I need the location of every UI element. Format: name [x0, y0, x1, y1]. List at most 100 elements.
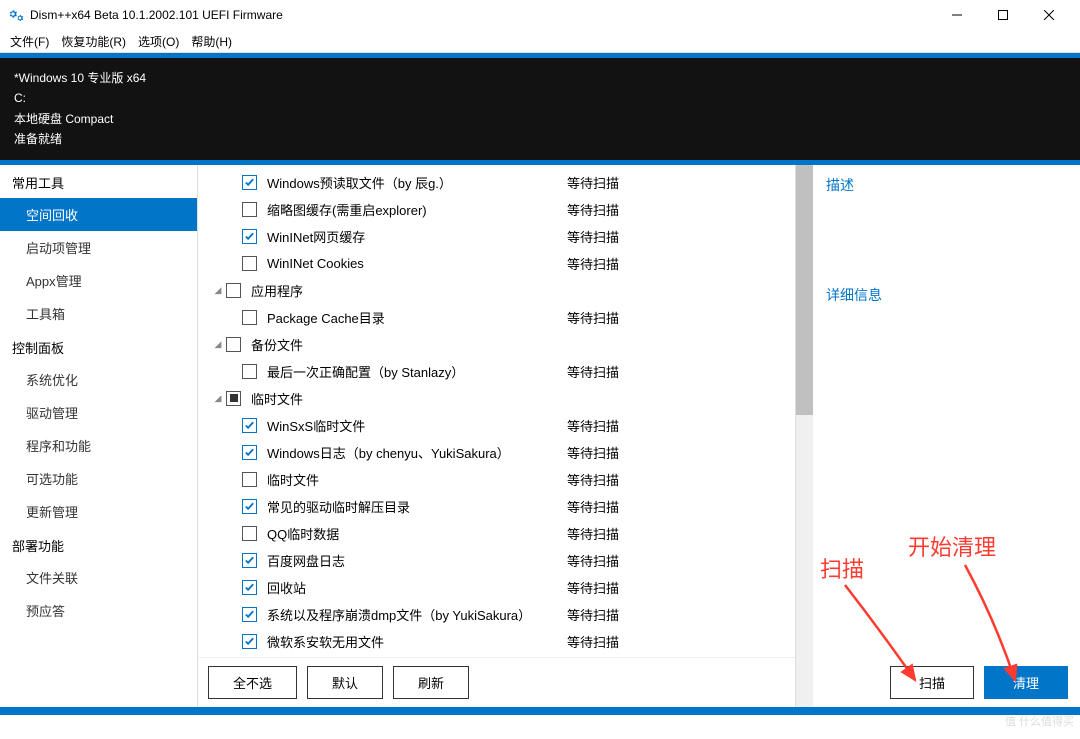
checkbox-indeterminate[interactable]	[226, 391, 241, 406]
item-label: 最后一次正确配置（by Stanlazy）	[267, 362, 567, 381]
list-group[interactable]: ◢ 应用程序	[198, 277, 795, 304]
item-status: 等待扫描	[567, 173, 619, 192]
checkbox[interactable]	[226, 283, 241, 298]
checkbox[interactable]	[242, 607, 257, 622]
menu-help[interactable]: 帮助(H)	[185, 31, 238, 52]
list-item[interactable]: 回收站 等待扫描	[198, 574, 795, 601]
maximize-button[interactable]	[980, 0, 1026, 30]
menu-options[interactable]: 选项(O)	[132, 31, 185, 52]
header-drive: C:	[14, 88, 1066, 108]
header-disk: 本地硬盘 Compact	[14, 109, 1066, 129]
checkbox[interactable]	[242, 202, 257, 217]
list-item[interactable]: Package Cache目录 等待扫描	[198, 304, 795, 331]
expand-icon[interactable]: ◢	[212, 339, 224, 350]
sidebar-item-toolbox[interactable]: 工具箱	[0, 297, 197, 330]
checkbox[interactable]	[242, 499, 257, 514]
checkbox[interactable]	[242, 445, 257, 460]
sidebar-item-file-assoc[interactable]: 文件关联	[0, 561, 197, 594]
list-group[interactable]: ◢ 备份文件	[198, 331, 795, 358]
group-label: 临时文件	[251, 389, 551, 408]
list-item[interactable]: 百度网盘日志 等待扫描	[198, 547, 795, 574]
refresh-button[interactable]: 刷新	[393, 666, 469, 699]
list-item[interactable]: Windows日志（by chenyu、YukiSakura） 等待扫描	[198, 439, 795, 466]
window-title: Dism++x64 Beta 10.1.2002.101 UEFI Firmwa…	[30, 8, 934, 22]
menu-bar: 文件(F) 恢复功能(R) 选项(O) 帮助(H)	[0, 30, 1080, 53]
list-item[interactable]: 微软系安软无用文件 等待扫描	[198, 628, 795, 655]
app-icon	[8, 9, 24, 22]
content: Windows预读取文件（by 辰g.） 等待扫描 缩略图缓存(需重启explo…	[198, 165, 796, 707]
sidebar-item-appx[interactable]: Appx管理	[0, 264, 197, 297]
sidebar: 常用工具 空间回收 启动项管理 Appx管理 工具箱 控制面板 系统优化 驱动管…	[0, 165, 198, 707]
list-item[interactable]: WinINet网页缓存 等待扫描	[198, 223, 795, 250]
sidebar-item-startup[interactable]: 启动项管理	[0, 231, 197, 264]
list-item[interactable]: 缩略图缓存(需重启explorer) 等待扫描	[198, 196, 795, 223]
item-status: 等待扫描	[567, 632, 619, 651]
item-label: 系统以及程序崩溃dmp文件（by YukiSakura）	[267, 605, 567, 624]
window-controls	[934, 0, 1072, 30]
header-info: *Windows 10 专业版 x64 C: 本地硬盘 Compact 准备就绪	[0, 58, 1080, 160]
item-status: 等待扫描	[567, 578, 619, 597]
checkbox[interactable]	[242, 472, 257, 487]
detail-header: 详细信息	[826, 285, 1064, 305]
scan-button[interactable]: 扫描	[890, 666, 974, 699]
default-button[interactable]: 默认	[307, 666, 383, 699]
menu-file[interactable]: 文件(F)	[4, 31, 55, 52]
sidebar-item-optional[interactable]: 可选功能	[0, 462, 197, 495]
expand-icon[interactable]: ◢	[212, 393, 224, 404]
list-item[interactable]: 常见的驱动临时解压目录 等待扫描	[198, 493, 795, 520]
minimize-button[interactable]	[934, 0, 980, 30]
checkbox[interactable]	[242, 364, 257, 379]
checkbox[interactable]	[242, 634, 257, 649]
sidebar-item-drivers[interactable]: 驱动管理	[0, 396, 197, 429]
list-item[interactable]: Windows预读取文件（by 辰g.） 等待扫描	[198, 169, 795, 196]
item-label: 常见的驱动临时解压目录	[267, 497, 567, 516]
clean-button[interactable]: 清理	[984, 666, 1068, 699]
item-label: Package Cache目录	[267, 308, 567, 327]
sidebar-item-space-recycle[interactable]: 空间回收	[0, 198, 197, 231]
sidebar-item-optimize[interactable]: 系统优化	[0, 363, 197, 396]
checkbox[interactable]	[242, 256, 257, 271]
list-group[interactable]: ◢ 临时文件	[198, 385, 795, 412]
checkbox[interactable]	[242, 553, 257, 568]
list-item[interactable]: WinSxS临时文件 等待扫描	[198, 412, 795, 439]
item-label: 缩略图缓存(需重启explorer)	[267, 200, 567, 219]
sidebar-group-deploy: 部署功能	[0, 528, 197, 561]
description-header: 描述	[826, 175, 1064, 195]
item-label: 临时文件	[267, 470, 567, 489]
checkbox[interactable]	[242, 580, 257, 595]
sidebar-item-programs[interactable]: 程序和功能	[0, 429, 197, 462]
list-item[interactable]: WinINet Cookies 等待扫描	[198, 250, 795, 277]
button-bar: 全不选 默认 刷新	[198, 657, 795, 707]
item-label: WinINet网页缓存	[267, 227, 567, 246]
scrollbar-thumb[interactable]	[796, 165, 813, 415]
close-button[interactable]	[1026, 0, 1072, 30]
menu-recover[interactable]: 恢复功能(R)	[55, 31, 132, 52]
checkbox[interactable]	[226, 337, 241, 352]
list-item[interactable]: 最后一次正确配置（by Stanlazy） 等待扫描	[198, 358, 795, 385]
item-label: 回收站	[267, 578, 567, 597]
checkbox[interactable]	[242, 418, 257, 433]
right-pane: 描述 详细信息 扫描 清理	[796, 165, 1080, 707]
sidebar-item-updates[interactable]: 更新管理	[0, 495, 197, 528]
sidebar-group-control: 控制面板	[0, 330, 197, 363]
checkbox[interactable]	[242, 310, 257, 325]
list-item[interactable]: 临时文件 等待扫描	[198, 466, 795, 493]
item-label: QQ临时数据	[267, 524, 567, 543]
checkbox[interactable]	[242, 175, 257, 190]
header-os: *Windows 10 专业版 x64	[14, 68, 1066, 88]
item-status: 等待扫描	[567, 227, 619, 246]
deselect-all-button[interactable]: 全不选	[208, 666, 297, 699]
scrollbar-track[interactable]	[796, 165, 813, 707]
checkbox[interactable]	[242, 229, 257, 244]
list-item[interactable]: QQ临时数据 等待扫描	[198, 520, 795, 547]
sidebar-item-preanswer[interactable]: 预应答	[0, 594, 197, 627]
expand-icon[interactable]: ◢	[212, 285, 224, 296]
checkbox[interactable]	[242, 526, 257, 541]
cleanup-list[interactable]: Windows预读取文件（by 辰g.） 等待扫描 缩略图缓存(需重启explo…	[198, 165, 795, 657]
item-status: 等待扫描	[567, 524, 619, 543]
item-label: Windows日志（by chenyu、YukiSakura）	[267, 443, 567, 462]
item-status: 等待扫描	[567, 551, 619, 570]
list-item[interactable]: 系统以及程序崩溃dmp文件（by YukiSakura） 等待扫描	[198, 601, 795, 628]
item-label: Windows预读取文件（by 辰g.）	[267, 173, 567, 192]
group-label: 应用程序	[251, 281, 551, 300]
